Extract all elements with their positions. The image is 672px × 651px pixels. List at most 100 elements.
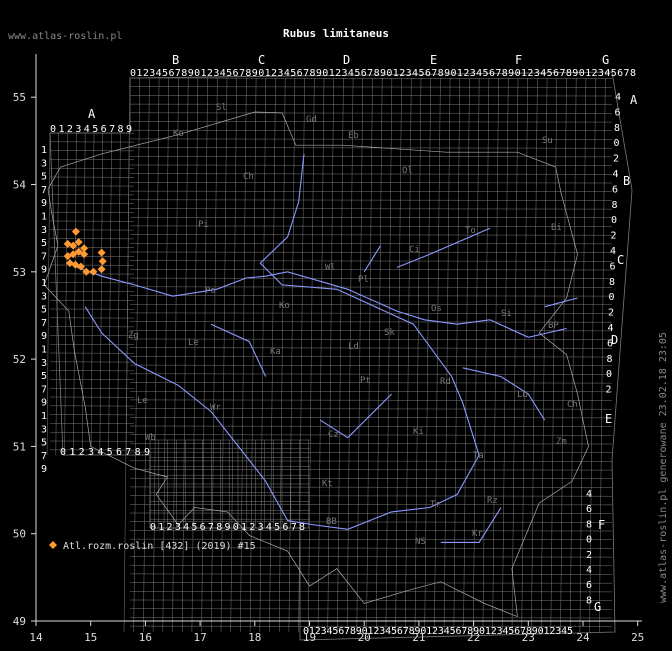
site-url[interactable]: www.atlas-roslin.pl — [8, 31, 122, 42]
region-label: Cz — [328, 430, 339, 440]
right-grid-digit: 4 — [615, 92, 621, 103]
right-grid-digit: 4 — [613, 169, 619, 180]
y-tick-label: 50 — [13, 528, 26, 541]
region-label: Rz — [487, 496, 498, 506]
lower-right-grid-letter: F — [598, 518, 605, 532]
x-tick-label: 17 — [193, 631, 206, 644]
y-tick-label: 49 — [13, 615, 26, 628]
right-grid-digit: 6 — [610, 261, 616, 272]
region-label: Ko — [279, 301, 290, 311]
region-label: NS — [415, 537, 426, 547]
lower-right-grid-digit: 8 — [586, 519, 592, 530]
region-label: Su — [542, 136, 553, 146]
region-label: Os — [431, 304, 442, 314]
y-tick-label: 55 — [13, 91, 26, 104]
left-grid-digit: 9 — [41, 398, 47, 409]
y-tick-label: 51 — [13, 440, 26, 453]
lower-right-grid-digit: 2 — [586, 550, 592, 561]
legend: Atl.rozm.roslin [432] (2019) #15 — [49, 541, 256, 552]
region-label: Gd — [306, 115, 317, 125]
left-grid-digit: 5 — [41, 438, 47, 449]
y-tick-label: 52 — [13, 353, 26, 366]
x-tick-label: 23 — [522, 631, 535, 644]
right-grid-digit: 8 — [609, 277, 615, 288]
right-grid-letter: C — [617, 253, 624, 267]
x-tick-label: 21 — [412, 631, 425, 644]
region-label: Sk — [384, 328, 395, 338]
right-grid-digit: 0 — [611, 215, 617, 226]
left-grid-digit: 7 — [41, 185, 47, 196]
left-grid-digit: 1 — [41, 411, 47, 422]
lower-right-grid-digit: 6 — [586, 504, 592, 515]
x-tick-label: 25 — [631, 631, 644, 644]
region-label: Ld — [348, 342, 359, 352]
region-label: Si — [501, 309, 512, 319]
generation-credit: www.atlas-roslin.pl generowane 23.02.18 … — [658, 332, 669, 603]
x-tick-label: 20 — [358, 631, 371, 644]
top-grid-letter: E — [430, 53, 437, 67]
left-grid-digit: 9 — [41, 464, 47, 475]
region-label: Pl — [358, 275, 369, 285]
region-label: Po — [205, 286, 216, 296]
grid-letter-a: A — [88, 107, 96, 121]
top-grid-letter: C — [258, 53, 265, 67]
region-label: Lb — [517, 390, 528, 400]
region-label: Ko — [173, 129, 184, 139]
region-label: Kr — [472, 529, 483, 539]
region-label: Ci — [409, 245, 420, 255]
left-grid-digit: 7 — [41, 384, 47, 395]
legend-label: Atl.rozm.roslin [432] (2019) #15 — [63, 541, 256, 552]
region-label: Le — [137, 396, 148, 406]
x-tick-label: 19 — [303, 631, 316, 644]
right-grid-digit: 2 — [608, 308, 614, 319]
top-grid-digits: 0123456789012345678901234567890123456789… — [130, 68, 636, 79]
left-grid-digit: 9 — [41, 265, 47, 276]
region-label: Ka — [270, 347, 281, 357]
x-tick-label: 14 — [29, 631, 43, 644]
region-label: BP — [548, 321, 559, 331]
left-grid-digit: 1 — [41, 145, 47, 156]
right-grid-digit: 8 — [612, 200, 618, 211]
region-label: Ta — [473, 451, 484, 461]
region-label: Zm — [556, 437, 567, 447]
right-grid-digit: 2 — [611, 231, 617, 242]
region-label: Ch — [567, 400, 578, 410]
right-grid-letter: E — [605, 412, 612, 426]
y-tick-label: 54 — [13, 179, 27, 192]
right-grid-digit: 0 — [606, 369, 612, 380]
right-grid-digit: 4 — [610, 246, 616, 257]
right-grid-digit: 8 — [614, 123, 620, 134]
lower-right-grid-letter: G — [594, 600, 601, 614]
left-grid-digit: 1 — [41, 212, 47, 223]
distribution-map: www.atlas-roslin.pl Rubus limitaneus Sl K… — [0, 0, 672, 651]
right-grid-digit: 6 — [612, 184, 618, 195]
right-grid-letter: B — [623, 174, 630, 188]
left-grid-digit: 5 — [41, 172, 47, 183]
left-grid-digit: 7 — [41, 318, 47, 329]
region-label: Tr — [430, 500, 441, 510]
top-grid-letter: F — [515, 53, 522, 67]
region-label: Eb — [348, 131, 359, 141]
x-tick-label: 22 — [467, 631, 480, 644]
region-label: Le — [188, 338, 199, 348]
left-grid-digit: 3 — [41, 225, 47, 236]
region-label: Wb — [145, 433, 156, 443]
lower-right-grid-digit: 8 — [586, 595, 592, 606]
left-grid-digit: 1 — [41, 345, 47, 356]
region-label: Ol — [402, 166, 413, 176]
lower-right-grid-digit: 4 — [586, 489, 592, 500]
lower-right-grid-digit: 6 — [586, 580, 592, 591]
region-label: Ch — [243, 172, 254, 182]
region-label: Bi — [551, 223, 562, 233]
region-label: Pi — [198, 220, 209, 230]
region-label: Kt — [322, 479, 333, 489]
y-tick-label: 53 — [13, 266, 26, 279]
left-grid-digit: 5 — [41, 238, 47, 249]
lower-right-grid-digit: 4 — [586, 565, 592, 576]
right-grid-digit: 6 — [615, 107, 621, 118]
right-grid-digit: 2 — [613, 154, 619, 165]
left-grid-digit: 3 — [41, 291, 47, 302]
x-tick-label: 15 — [84, 631, 97, 644]
region-label: Sl — [216, 103, 227, 113]
x-tick-label: 24 — [576, 631, 590, 644]
